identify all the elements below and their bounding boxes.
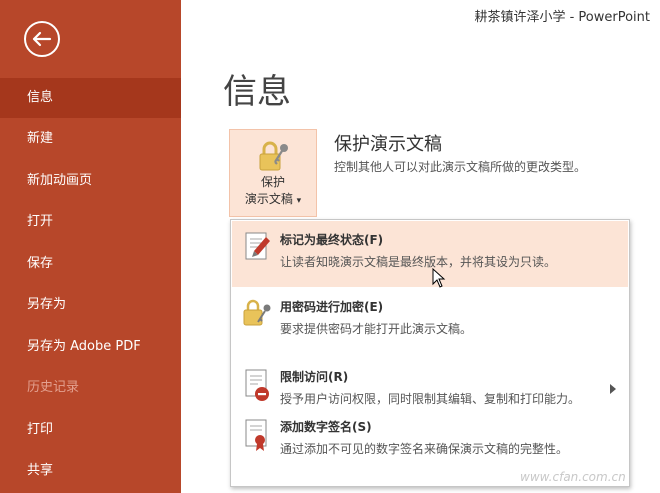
section-description: 控制其他人可以对此演示文稿所做的更改类型。: [334, 160, 587, 174]
menu-item-title: 限制访问(R): [280, 370, 349, 384]
sidebar-item-print[interactable]: 打印: [0, 410, 181, 450]
menu-item-mark-final[interactable]: 标记为最终状态(F) 让读者知晓演示文稿是最终版本，并将其设为只读。: [232, 221, 628, 287]
sidebar-item-info[interactable]: 信息: [0, 78, 181, 118]
sidebar-item-history[interactable]: 历史记录: [0, 368, 181, 408]
sidebar-item-save-as[interactable]: 另存为: [0, 285, 181, 325]
protect-dropdown-menu: 标记为最终状态(F) 让读者知晓演示文稿是最终版本，并将其设为只读。 用密码进行…: [230, 219, 630, 487]
menu-item-title: 用密码进行加密(E): [280, 300, 384, 314]
protect-button-label: 保护 演示文稿 ▾: [230, 174, 316, 210]
menu-item-desc: 让读者知晓演示文稿是最终版本，并将其设为只读。: [280, 255, 557, 269]
back-button[interactable]: [24, 21, 60, 57]
lock-key-icon: [259, 141, 288, 171]
sidebar-item-share[interactable]: 共享: [0, 451, 181, 491]
restrict-access-icon: [245, 369, 269, 401]
protect-button-line2-text: 演示文稿: [244, 192, 293, 206]
menu-item-title: 添加数字签名(S): [280, 420, 372, 434]
menu-item-title: 标记为最终状态(F): [280, 233, 384, 247]
section-title: 保护演示文稿: [334, 134, 442, 155]
sidebar-item-save-as-pdf[interactable]: 另存为 Adobe PDF: [0, 327, 181, 367]
watermark: www.cfan.com.cn: [520, 470, 626, 484]
menu-item-digital-signature[interactable]: 添加数字签名(S) 通过添加不可见的数字签名来确保演示文稿的完整性。: [232, 408, 628, 474]
protect-presentation-button[interactable]: 保护 演示文稿 ▾: [229, 129, 317, 217]
digital-signature-icon: [245, 419, 267, 451]
protect-button-line2: 演示文稿 ▾: [230, 191, 316, 210]
sidebar-item-new[interactable]: 新建: [0, 119, 181, 159]
back-arrow-icon: [32, 31, 52, 47]
menu-item-desc: 授予用户访问权限，同时限制其编辑、复制和打印能力。: [280, 392, 581, 406]
sidebar-item-save[interactable]: 保存: [0, 244, 181, 284]
sidebar-item-new-animation-page[interactable]: 新加动画页: [0, 161, 181, 201]
mouse-cursor-icon: [432, 268, 446, 288]
menu-item-desc: 要求提供密码才能打开此演示文稿。: [280, 322, 473, 336]
backstage-sidebar: 信息 新建 新加动画页 打开 保存 另存为 另存为 Adobe PDF 历史记录…: [0, 0, 181, 493]
menu-item-desc: 通过添加不可见的数字签名来确保演示文稿的完整性。: [280, 442, 569, 456]
page-title: 信息: [223, 72, 291, 112]
menu-item-encrypt-password[interactable]: 用密码进行加密(E) 要求提供密码才能打开此演示文稿。: [232, 288, 628, 354]
protect-button-line1: 保护: [260, 175, 285, 189]
submenu-arrow-icon: [610, 384, 616, 394]
dropdown-arrow-icon: ▾: [296, 196, 302, 206]
mark-final-icon: [245, 232, 270, 260]
sidebar-item-open[interactable]: 打开: [0, 202, 181, 242]
window-title: 耕茶镇许泽小学 - PowerPoint: [474, 10, 650, 25]
lock-key-icon: [243, 299, 271, 326]
